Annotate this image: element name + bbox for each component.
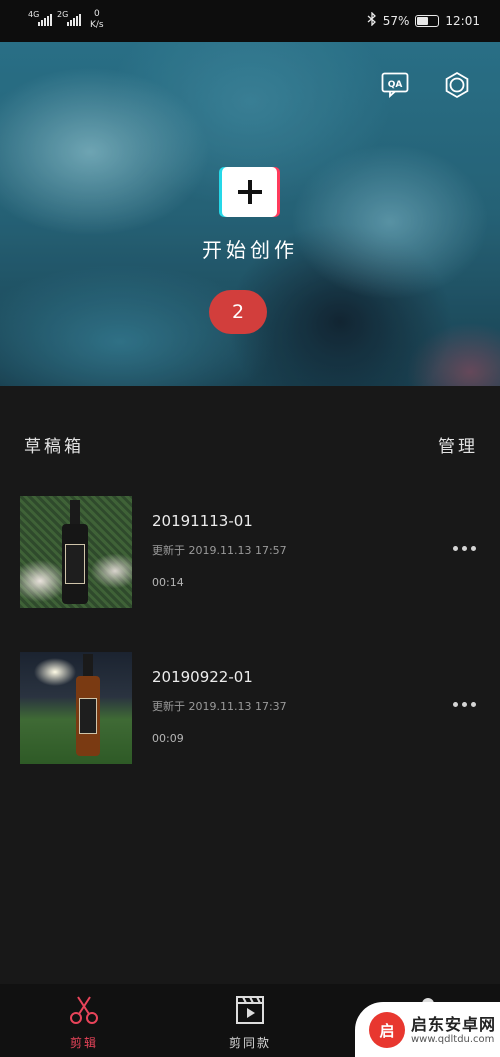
tab-templates[interactable]: 剪同款 [190,984,310,1057]
clock: 12:01 [445,13,480,28]
draft-thumbnail[interactable] [20,652,132,764]
more-options-icon[interactable] [453,702,476,707]
draft-thumbnail[interactable] [20,496,132,608]
bluetooth-icon [367,11,377,29]
qa-help-icon: QA [381,72,409,98]
draft-duration: 00:14 [152,576,184,589]
network-speed: 0 K/s [90,9,104,31]
tab-edit-label: 剪辑 [69,1036,98,1050]
draft-title: 20190922-01 [152,668,253,686]
battery-percent: 57% [382,13,410,28]
draft-duration: 00:09 [152,732,184,745]
draft-item[interactable]: 20190922-01 更新于 2019.11.13 17:37 00:09 [0,652,500,764]
battery-icon [415,14,440,27]
watermark-logo: 启 [369,1012,405,1048]
watermark-url: www.qdltdu.com [411,1034,495,1045]
network-speed-value: 0 [93,9,100,19]
draft-updated-time: 更新于 2019.11.13 17:57 [152,544,287,557]
watermark-title: 启东安卓网 [411,1015,497,1034]
draft-item[interactable]: 20191113-01 更新于 2019.11.13 17:57 00:14 [0,496,500,608]
drafts-section-title: 草稿箱 [24,437,84,457]
network-speed-unit: K/s [90,20,104,30]
settings-gear-icon [445,71,469,99]
draft-updated-time: 更新于 2019.11.13 17:37 [152,700,287,713]
signal-strength-icon-2 [67,12,81,26]
svg-text:QA: QA [388,80,403,90]
signal-strength-icon-1 [38,12,52,26]
tab-edit[interactable]: 剪辑 [24,984,144,1057]
status-bar: 4G 2G 0 K/s 57% 12:01 [0,0,500,42]
settings-button[interactable] [442,70,472,100]
create-project-button[interactable] [222,167,277,217]
site-watermark: 启 启东安卓网 www.qdltdu.com [355,1002,500,1057]
project-count-badge[interactable]: 2 [209,290,267,334]
manage-button[interactable]: 管理 [438,432,478,457]
scissors-icon [66,994,102,1026]
plus-icon [237,180,262,204]
create-project-label[interactable]: 开始创作 [0,234,500,263]
tab-templates-label: 剪同款 [228,1036,271,1050]
draft-title: 20191113-01 [152,512,253,530]
qa-button[interactable]: QA [380,70,410,100]
more-options-icon[interactable] [453,546,476,551]
hero-banner: QA 开始创作 2 [0,42,500,386]
clapperboard-icon [232,994,268,1026]
